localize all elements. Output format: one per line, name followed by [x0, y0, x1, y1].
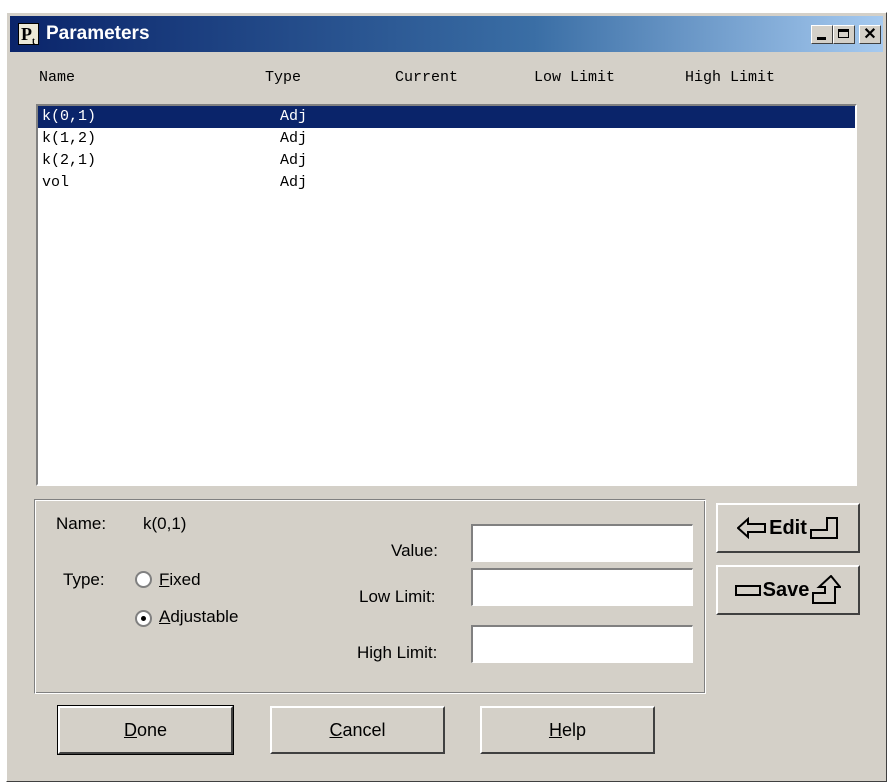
minimize-icon[interactable]: [811, 25, 833, 44]
radio-fixed-label[interactable]: Fixed: [159, 570, 201, 590]
radio-adjustable[interactable]: [135, 610, 152, 627]
high-limit-field[interactable]: [471, 625, 693, 663]
column-header-current: Current: [395, 69, 459, 86]
list-item[interactable]: k(1,2) Adj: [38, 128, 855, 150]
fixed-mnemonic: F: [159, 570, 170, 589]
help-button[interactable]: Help: [480, 706, 655, 754]
parameter-list[interactable]: k(0,1) Adj k(1,2) Adj k(2,1) Adj vol Adj: [36, 104, 857, 486]
value-label: Value:: [391, 541, 438, 560]
edit-button[interactable]: Edit: [716, 503, 860, 553]
save-label: Save: [762, 578, 810, 601]
parameters-window: Pt Parameters ✕ Name Type Current Low Li…: [6, 12, 887, 782]
done-mnemonic: D: [123, 720, 137, 740]
radio-fixed[interactable]: [135, 571, 152, 588]
close-icon[interactable]: ✕: [859, 25, 881, 44]
param-name: k(1,2): [42, 130, 97, 147]
param-type: Adj: [280, 152, 308, 169]
type-label: Type:: [63, 570, 105, 589]
column-header-name: Name: [39, 69, 76, 86]
param-type: Adj: [280, 174, 308, 191]
name-value: k(0,1): [143, 514, 187, 533]
app-icon-subscript: t: [32, 36, 35, 46]
list-item[interactable]: k(2,1) Adj: [38, 150, 855, 172]
app-icon[interactable]: Pt: [18, 23, 39, 46]
arrow-up-icon: [812, 575, 842, 604]
cancel-button[interactable]: Cancel: [270, 706, 445, 754]
column-header-high-limit: High Limit: [685, 69, 776, 86]
edit-label: Edit: [769, 516, 807, 539]
value-field[interactable]: [471, 524, 693, 562]
cancel-mnemonic: C: [329, 720, 343, 740]
app-icon-letter: P: [21, 24, 32, 44]
param-name: vol: [42, 174, 70, 191]
name-label: Name:: [56, 514, 107, 533]
low-limit-field[interactable]: [471, 568, 693, 606]
radio-selected-dot: [141, 616, 146, 621]
column-header-low-limit: Low Limit: [534, 69, 616, 86]
help-mnemonic: H: [548, 720, 562, 740]
done-button[interactable]: Done: [57, 705, 234, 755]
list-item[interactable]: k(0,1) Adj: [38, 106, 855, 128]
list-item[interactable]: vol Adj: [38, 172, 855, 194]
low-limit-label: Low Limit:: [359, 587, 436, 606]
window-title: Parameters: [46, 23, 150, 44]
adjustable-mnemonic: A: [159, 607, 171, 626]
param-type: Adj: [280, 130, 308, 147]
param-name: k(0,1): [42, 108, 97, 125]
arrow-return-icon: [809, 517, 838, 539]
save-button[interactable]: Save: [716, 565, 860, 615]
high-limit-label: High Limit:: [357, 643, 438, 662]
arrow-left-icon: [737, 517, 767, 539]
column-header-type: Type: [265, 69, 302, 86]
maximize-icon[interactable]: [833, 25, 855, 44]
bar-icon: [734, 585, 761, 596]
title-bar[interactable]: Pt Parameters ✕: [10, 16, 883, 52]
radio-adjustable-label[interactable]: Adjustable: [159, 607, 238, 627]
param-name: k(2,1): [42, 152, 97, 169]
param-type: Adj: [280, 108, 308, 125]
